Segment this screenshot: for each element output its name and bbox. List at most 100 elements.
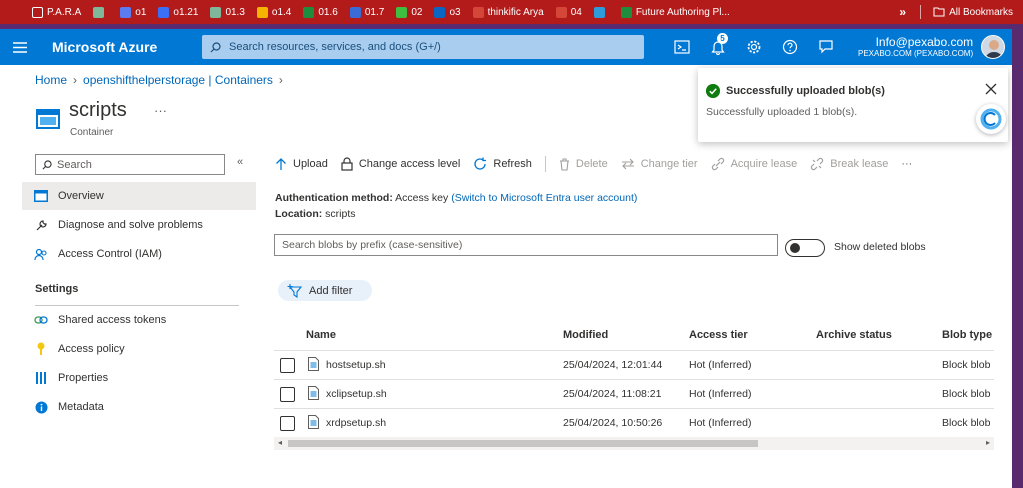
bookmark-item[interactable]: o1.4 <box>251 0 297 24</box>
trash-icon <box>559 157 569 171</box>
bookmark-item[interactable] <box>87 0 114 24</box>
row-checkbox[interactable] <box>280 416 295 431</box>
blob-name[interactable]: xclipsetup.sh <box>326 388 387 400</box>
change-access-level-button[interactable]: Change access level <box>341 157 461 171</box>
scrollbar-thumb[interactable] <box>288 440 758 447</box>
bookmark-item[interactable]: o1 <box>114 0 152 24</box>
collapse-nav-button[interactable]: « <box>237 156 243 168</box>
change-access-level-label: Change access level <box>358 158 461 170</box>
bookmark-item[interactable]: o1.21 <box>152 0 204 24</box>
account-menu[interactable]: Info@pexabo.com PEXABO.COM (PEXABO.COM) <box>858 35 973 59</box>
help-button[interactable] <box>772 29 808 65</box>
show-deleted-label: Show deleted blobs <box>834 241 926 253</box>
nav-item-overview[interactable]: Overview <box>22 182 256 210</box>
bookmark-label: 01.3 <box>225 6 245 18</box>
upload-button[interactable]: Upload <box>275 157 328 171</box>
lock-icon <box>341 157 353 171</box>
column-header-name[interactable]: Name <box>306 329 336 341</box>
table-row[interactable]: hostsetup.sh 25/04/2024, 12:01:44 Hot (I… <box>274 351 994 380</box>
notifications-button[interactable]: 5 <box>700 29 736 65</box>
column-header-archive-status[interactable]: Archive status <box>816 329 892 341</box>
feedback-button[interactable] <box>808 29 844 65</box>
table-row[interactable]: xclipsetup.sh 25/04/2024, 11:08:21 Hot (… <box>274 380 994 409</box>
add-filter-button[interactable]: Add filter <box>278 280 372 301</box>
page-title: scripts <box>69 99 127 121</box>
broken-link-icon <box>811 157 824 171</box>
breadcrumb: Home › openshifthelperstorage | Containe… <box>35 73 283 87</box>
bookmark-item[interactable]: Future Authoring Pl... <box>615 0 736 24</box>
nav-item-properties[interactable]: Properties <box>22 364 256 392</box>
nav-item-metadata[interactable]: Metadata <box>22 393 256 421</box>
chevron-right-icon: › <box>73 73 78 87</box>
hamburger-menu-button[interactable] <box>0 41 40 53</box>
nav-search-input[interactable]: Search <box>35 154 225 175</box>
switch-auth-link[interactable]: (Switch to Microsoft Entra user account) <box>451 192 637 204</box>
nav-item-shared-access-tokens[interactable]: Shared access tokens <box>22 306 256 334</box>
global-search-placeholder: Search resources, services, and docs (G+… <box>229 41 441 53</box>
bookmark-item[interactable]: o3 <box>428 0 466 24</box>
change-tier-button[interactable]: Change tier <box>621 158 698 170</box>
bookmark-item[interactable]: 01.7 <box>344 0 390 24</box>
horizontal-scrollbar[interactable]: ◂ ▸ <box>274 437 994 450</box>
refresh-label: Refresh <box>493 158 532 170</box>
more-commands-button[interactable]: ··· <box>901 158 912 170</box>
settings-button[interactable] <box>736 29 772 65</box>
blob-prefix-search-input[interactable]: Search blobs by prefix (case-sensitive) <box>274 234 778 256</box>
blob-name[interactable]: hostsetup.sh <box>326 359 386 371</box>
all-bookmarks-label: All Bookmarks <box>949 6 1013 18</box>
azure-brand[interactable]: Microsoft Azure <box>52 39 176 55</box>
blob-modified: 25/04/2024, 12:01:44 <box>563 359 663 371</box>
bookmark-item[interactable]: thinkific Arya <box>467 0 550 24</box>
location-value: scripts <box>325 208 356 220</box>
file-icon <box>308 386 319 400</box>
table-row[interactable]: xrdpsetup.sh 25/04/2024, 10:50:26 Hot (I… <box>274 409 994 438</box>
chevron-right-icon: › <box>278 73 283 87</box>
nav-item-iam[interactable]: Access Control (IAM) <box>22 240 256 268</box>
nav-search-placeholder: Search <box>57 158 92 171</box>
nav-item-label: Metadata <box>58 401 104 413</box>
refresh-button[interactable]: Refresh <box>473 157 532 171</box>
bookmark-item[interactable]: 04 <box>550 0 588 24</box>
bookmark-label: P.A.R.A <box>47 6 82 18</box>
row-checkbox[interactable] <box>280 387 295 402</box>
avatar[interactable] <box>981 35 1006 59</box>
linkedin-icon <box>434 6 446 18</box>
nav-item-access-policy[interactable]: Access policy <box>22 335 256 363</box>
breadcrumb-home[interactable]: Home <box>35 73 67 87</box>
nav-item-diagnose[interactable]: Diagnose and solve problems <box>22 211 256 239</box>
key-icon <box>34 342 48 356</box>
show-deleted-toggle[interactable] <box>785 239 825 257</box>
close-icon[interactable] <box>984 82 998 96</box>
bookmarks-bar: P.A.R.A o1 o1.21 01.3 o1.4 01.6 01.7 02 o3 thinki… <box>0 0 1023 24</box>
column-header-access-tier[interactable]: Access tier <box>689 329 748 341</box>
row-checkbox[interactable] <box>280 358 295 373</box>
bookmark-item[interactable]: 02 <box>390 0 428 24</box>
acquire-lease-button[interactable]: Acquire lease <box>711 157 797 171</box>
scroll-left-icon[interactable]: ◂ <box>278 438 282 447</box>
copilot-button[interactable] <box>976 104 1006 134</box>
blob-modified: 25/04/2024, 11:08:21 <box>563 388 662 400</box>
bookmark-item[interactable]: 01.3 <box>204 0 250 24</box>
breadcrumb-storage[interactable]: openshifthelperstorage | Containers <box>83 73 273 87</box>
search-icon <box>42 159 52 169</box>
column-header-modified[interactable]: Modified <box>563 329 608 341</box>
bookmark-item[interactable] <box>588 0 615 24</box>
break-lease-label: Break lease <box>830 158 889 170</box>
bookmark-item[interactable]: 01.6 <box>297 0 343 24</box>
bookmarks-overflow-button[interactable]: » <box>885 5 920 19</box>
global-search-input[interactable]: Search resources, services, and docs (G+… <box>202 35 644 59</box>
resource-more-button[interactable]: ··· <box>154 103 167 118</box>
delete-button[interactable]: Delete <box>559 157 608 171</box>
break-lease-button[interactable]: Break lease <box>810 157 888 171</box>
bookmark-item[interactable]: P.A.R.A <box>26 0 87 24</box>
column-header-blob-type[interactable]: Blob type <box>942 329 992 341</box>
cloud-shell-button[interactable] <box>664 29 700 65</box>
vercel-icon <box>593 6 605 18</box>
container-icon <box>36 109 60 129</box>
blob-name[interactable]: xrdpsetup.sh <box>326 417 386 429</box>
page-subtitle: Container <box>70 127 114 138</box>
nav-item-label: Overview <box>58 190 104 202</box>
all-bookmarks-button[interactable]: All Bookmarks <box>921 0 1023 24</box>
scroll-right-icon[interactable]: ▸ <box>986 438 990 447</box>
blob-search-placeholder: Search blobs by prefix (case-sensitive) <box>282 239 463 251</box>
